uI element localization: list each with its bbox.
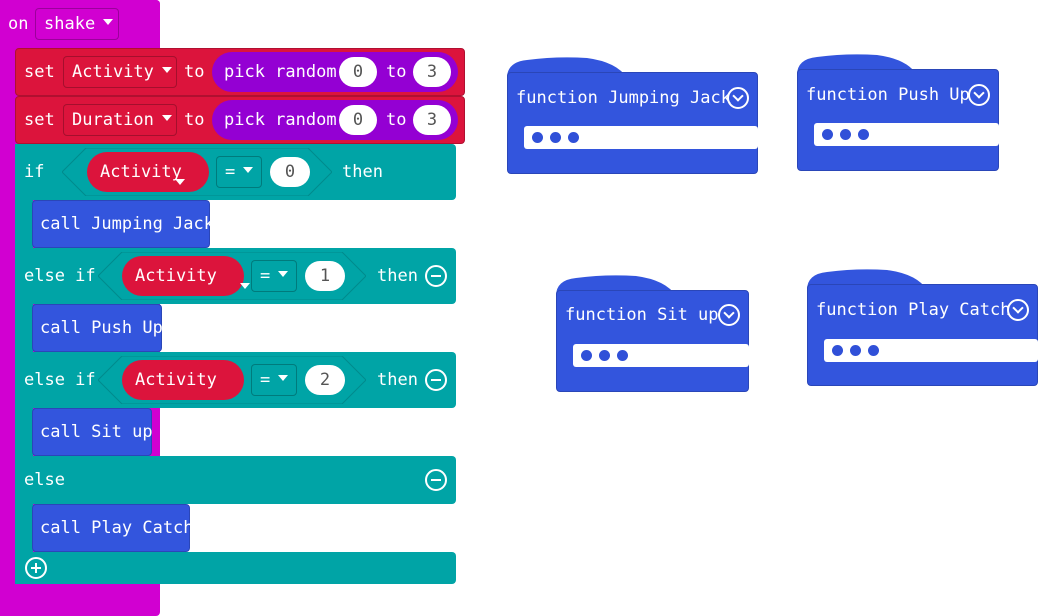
operator-dropdown[interactable]: =	[216, 156, 262, 188]
if-block-footer[interactable]	[15, 552, 456, 584]
chevron-down-icon	[161, 67, 172, 73]
random-to-label: to	[386, 62, 407, 82]
function-body-slot[interactable]	[824, 339, 1038, 362]
variable-name: Duration	[72, 110, 154, 130]
then-label: then	[377, 266, 418, 286]
call-label: call Sit up	[40, 422, 153, 442]
minus-circle-icon[interactable]	[425, 369, 447, 391]
operator-value: =	[260, 370, 271, 390]
minus-circle-icon[interactable]	[425, 469, 447, 491]
else-row[interactable]	[15, 456, 456, 504]
then-label: then	[377, 370, 418, 390]
event-dropdown[interactable]: shake	[35, 8, 119, 40]
operator-dropdown[interactable]: =	[251, 260, 297, 292]
else-label: else	[24, 470, 65, 490]
variable-name: Activity	[72, 62, 154, 82]
event-dropdown-value: shake	[44, 14, 96, 34]
to-label: to	[184, 110, 205, 130]
chevron-down-icon	[243, 167, 254, 173]
chevron-down-icon	[278, 271, 289, 277]
function-title: function Push Up	[806, 85, 970, 105]
set-label: set	[24, 62, 55, 82]
function-body-slot[interactable]	[573, 344, 749, 367]
function-title: function Sit up	[565, 305, 719, 325]
pick-random-label: pick random	[224, 110, 337, 130]
variable-name: Activity	[135, 370, 217, 390]
function-body-slot[interactable]	[524, 126, 758, 149]
random-max-input[interactable]: 3	[413, 105, 451, 135]
minus-circle-icon[interactable]	[425, 265, 447, 287]
chevron-down-icon	[278, 375, 289, 381]
plus-circle-icon[interactable]	[25, 557, 47, 579]
function-title: function Play Catch	[816, 300, 1011, 320]
call-label: call Play Catch	[40, 518, 194, 538]
compare-value-input[interactable]: 0	[270, 157, 310, 187]
compare-value-input[interactable]: 1	[305, 261, 345, 291]
compare-value-input[interactable]: 2	[305, 365, 345, 395]
call-label: call Push Up	[40, 318, 163, 338]
chevron-down-icon	[175, 178, 185, 185]
chevron-down-icon[interactable]	[718, 304, 740, 326]
operator-value: =	[260, 266, 271, 286]
set-label: set	[24, 110, 55, 130]
chevron-down-icon	[161, 115, 172, 121]
chevron-down-icon	[239, 282, 250, 289]
chevron-down-icon[interactable]	[727, 87, 749, 109]
else-if-label: else if	[24, 266, 96, 286]
then-label: then	[342, 162, 383, 182]
if-label: if	[24, 162, 45, 182]
call-label: call Jumping Jack	[40, 214, 214, 234]
chevron-down-icon[interactable]	[1007, 299, 1029, 321]
function-title: function Jumping Jack	[516, 88, 731, 108]
random-min-input[interactable]: 0	[339, 105, 377, 135]
random-min-input[interactable]: 0	[339, 57, 377, 87]
on-label: on	[8, 14, 29, 34]
pick-random-label: pick random	[224, 62, 337, 82]
random-max-input[interactable]: 3	[413, 57, 451, 87]
else-if-label: else if	[24, 370, 96, 390]
operator-dropdown[interactable]: =	[251, 364, 297, 396]
variable-name: Activity	[100, 162, 182, 182]
chevron-down-icon	[103, 19, 114, 25]
chevron-down-icon[interactable]	[968, 84, 990, 106]
variable-dropdown-duration[interactable]: Duration	[63, 104, 177, 136]
to-label: to	[184, 62, 205, 82]
operator-value: =	[225, 162, 236, 182]
variable-dropdown-activity[interactable]: Activity	[63, 56, 177, 88]
variable-name: Activity	[135, 266, 217, 286]
function-body-slot[interactable]	[814, 123, 999, 146]
random-to-label: to	[386, 110, 407, 130]
